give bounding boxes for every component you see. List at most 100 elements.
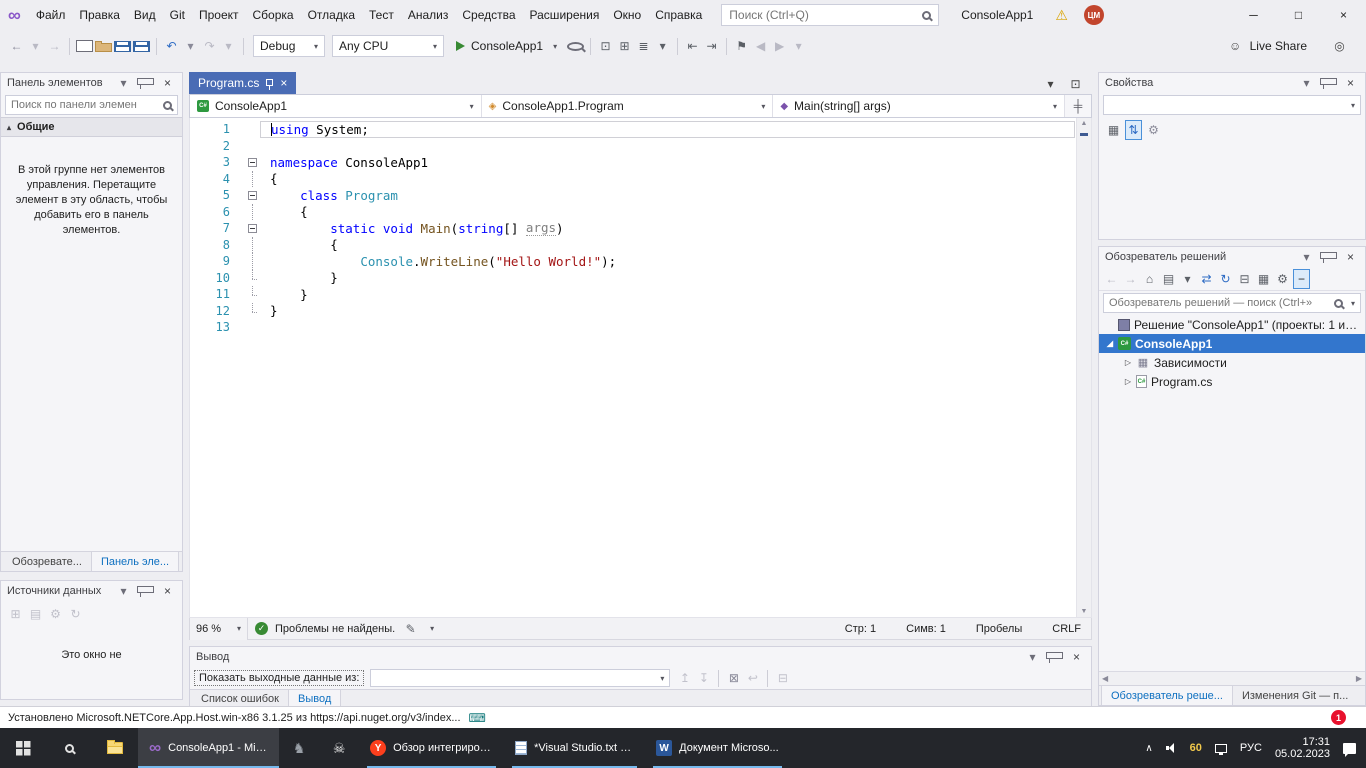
menu-item[interactable]: Расширения [523,4,607,26]
taskbar-button[interactable]: *Visual Studio.txt – ... [504,728,645,768]
code-line[interactable]: 13 [190,319,1075,336]
multi-window-icon[interactable]: ⊞ [616,36,633,56]
home-icon[interactable]: ⌂ [1141,269,1158,289]
tree-item[interactable]: ▷▦Зависимости [1099,353,1365,372]
window-list-icon[interactable]: ≣ [635,36,652,56]
language-indicator[interactable]: РУС [1240,742,1262,754]
refresh-data-source-icon[interactable]: ↻ [67,604,84,624]
close-icon[interactable]: × [1342,247,1359,267]
close-tab-icon[interactable]: × [280,76,287,90]
taskbar-search-button[interactable] [46,728,92,768]
panel-tab[interactable]: Изменения Git — п... [1233,686,1357,705]
undo-icon[interactable]: ↶ [163,36,180,56]
tree-item[interactable]: ▷C#Program.cs [1099,372,1365,391]
collapse-all-icon[interactable]: − [1293,269,1310,289]
menu-item[interactable]: Git [163,4,192,26]
tab-list-caret[interactable]: ▾ [1042,74,1059,94]
menu-item[interactable]: Тест [362,4,401,26]
nav-forward-icon[interactable]: → [46,36,63,56]
scroll-thumb[interactable] [1080,133,1088,136]
preview-window-icon[interactable]: ⊡ [597,36,614,56]
window-caret[interactable]: ▾ [654,36,671,56]
add-data-source-icon[interactable]: ⊞ [7,604,24,624]
pin-icon[interactable] [137,586,154,593]
menu-item[interactable]: Правка [72,4,127,26]
spaces-indicator[interactable]: Пробелы [976,623,1022,635]
live-share-icon[interactable]: ☺ [1227,36,1244,56]
edit-data-source-icon[interactable]: ▤ [27,604,44,624]
new-file-icon[interactable] [76,40,93,52]
close-icon[interactable]: × [159,581,176,601]
menu-item[interactable]: Сборка [246,4,301,26]
start-debug-button[interactable]: ConsoleApp1 ▾ [449,34,564,58]
pin-icon[interactable] [1046,652,1063,659]
property-pages-icon[interactable]: ⚙ [1145,120,1162,140]
configure-data-source-icon[interactable]: ⚙ [47,604,64,624]
output-header[interactable]: Вывод ▾× [190,647,1091,667]
taskbar-button[interactable]: ♞ [279,728,319,768]
nuget-icon[interactable]: ⊟ [1236,269,1253,289]
file-explorer-button[interactable] [92,728,138,768]
redo-caret[interactable]: ▾ [220,36,237,56]
panel-tab[interactable]: Обозреватель реше... [1101,686,1233,705]
panel-tab[interactable]: Список ошибок [192,690,288,706]
taskbar-button[interactable]: ☠ [319,728,359,768]
scroll-down-icon[interactable]: ▼ [1081,608,1088,615]
save-all-icon[interactable] [133,41,150,52]
window-position-caret[interactable]: ▾ [1024,647,1041,667]
toggle-output-icon[interactable]: ⊟ [774,668,791,688]
prev-message-icon[interactable]: ↥ [676,668,693,688]
switch-views-caret[interactable]: ▾ [1179,269,1196,289]
data-sources-header[interactable]: Источники данных ▾× [1,581,182,601]
feature-search-icon[interactable] [567,42,584,51]
zoom-dropdown[interactable]: 96 % ▾ [190,618,248,640]
properties-object-dropdown[interactable]: ▾ [1103,95,1361,115]
user-avatar[interactable]: ЦМ [1084,5,1104,25]
next-bookmark-icon[interactable]: ▶ [771,36,788,56]
tree-item[interactable]: ◢C#ConsoleApp1 [1099,334,1365,353]
toolbox-header[interactable]: Панель элементов ▾× [1,73,182,93]
maximize-button[interactable]: □ [1276,0,1321,30]
sync-icon[interactable]: ⇄ [1198,269,1215,289]
code-line[interactable]: 10 } [190,270,1075,287]
split-editor-icon[interactable]: ╪ [1065,99,1091,113]
code-editor[interactable]: 1using System;23namespace ConsoleApp14{5… [189,118,1092,618]
live-share-label[interactable]: Live Share [1250,39,1307,53]
volume-icon[interactable] [1166,743,1177,753]
close-icon[interactable]: × [159,73,176,93]
platform-dropdown[interactable]: Any CPU ▾ [332,35,444,57]
clear-all-icon[interactable]: ⊠ [725,668,742,688]
close-button[interactable]: × [1321,0,1366,30]
window-position-caret[interactable]: ▾ [115,581,132,601]
tree-item[interactable]: Решение "ConsoleApp1" (проекты: 1 из 1) [1099,315,1365,334]
menu-item[interactable]: Окно [606,4,648,26]
code-suggestions-icon[interactable]: ✎ [402,619,419,639]
categorized-icon[interactable]: ▦ [1105,120,1122,140]
menu-item[interactable]: Проект [192,4,246,26]
window-position-caret[interactable]: ▾ [1298,73,1315,93]
expand-arrow-icon[interactable]: ▷ [1121,377,1135,386]
start-button[interactable] [0,728,46,768]
expand-arrow-icon[interactable]: ◢ [1103,339,1117,348]
switch-views-icon[interactable]: ▤ [1160,269,1177,289]
toolbox-search-input[interactable]: Поиск по панели элемен [5,95,178,115]
pin-icon[interactable] [137,78,154,85]
back-icon[interactable]: ← [1103,269,1120,289]
scroll-left-icon[interactable]: ◀ [1102,674,1108,683]
code-line[interactable]: 2 [190,138,1075,155]
minimize-button[interactable]: ─ [1231,0,1276,30]
code-line[interactable]: 8 { [190,237,1075,254]
window-options-icon[interactable]: ⊡ [1067,74,1084,94]
code-health-icon[interactable]: ✓ [255,622,268,635]
collapse-toggle-icon[interactable] [244,154,260,171]
scroll-up-icon[interactable]: ▲ [1081,120,1088,127]
collapse-toggle-icon[interactable] [244,187,260,204]
code-line[interactable]: 9 Console.WriteLine("Hello World!"); [190,253,1075,270]
nav-dropdown[interactable]: ◆Main(string[] args)▾ [773,95,1065,117]
pin-icon[interactable] [266,79,273,86]
bookmark-icon[interactable]: ⚑ [733,36,750,56]
quick-search-box[interactable]: Поиск (Ctrl+Q) [721,4,939,26]
alphabetical-icon[interactable]: ⇅ [1125,120,1142,140]
menu-item[interactable]: Средства [455,4,522,26]
undo-caret[interactable]: ▾ [182,36,199,56]
